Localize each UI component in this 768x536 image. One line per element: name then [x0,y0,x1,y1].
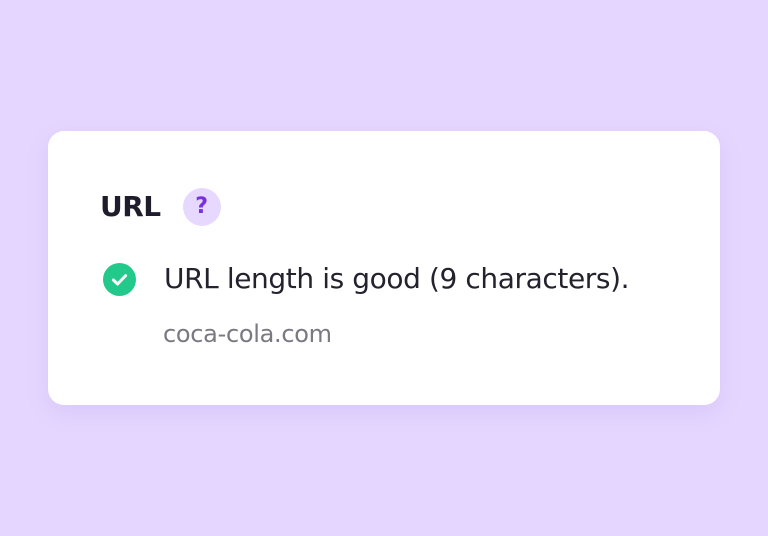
section-title: URL [100,190,161,223]
card-header: URL ? [100,187,221,227]
check-circle-icon [103,262,136,296]
url-value: coca-cola.com [163,320,332,348]
question-mark-icon[interactable]: ? [182,188,221,226]
url-check-card: URL ? URL length is good (9 characters).… [48,131,720,405]
url-length-result: URL length is good (9 characters). [103,261,630,297]
page-background: URL ? URL length is good (9 characters).… [0,0,768,536]
help-glyph: ? [195,194,209,219]
url-length-message: URL length is good (9 characters). [164,262,630,295]
